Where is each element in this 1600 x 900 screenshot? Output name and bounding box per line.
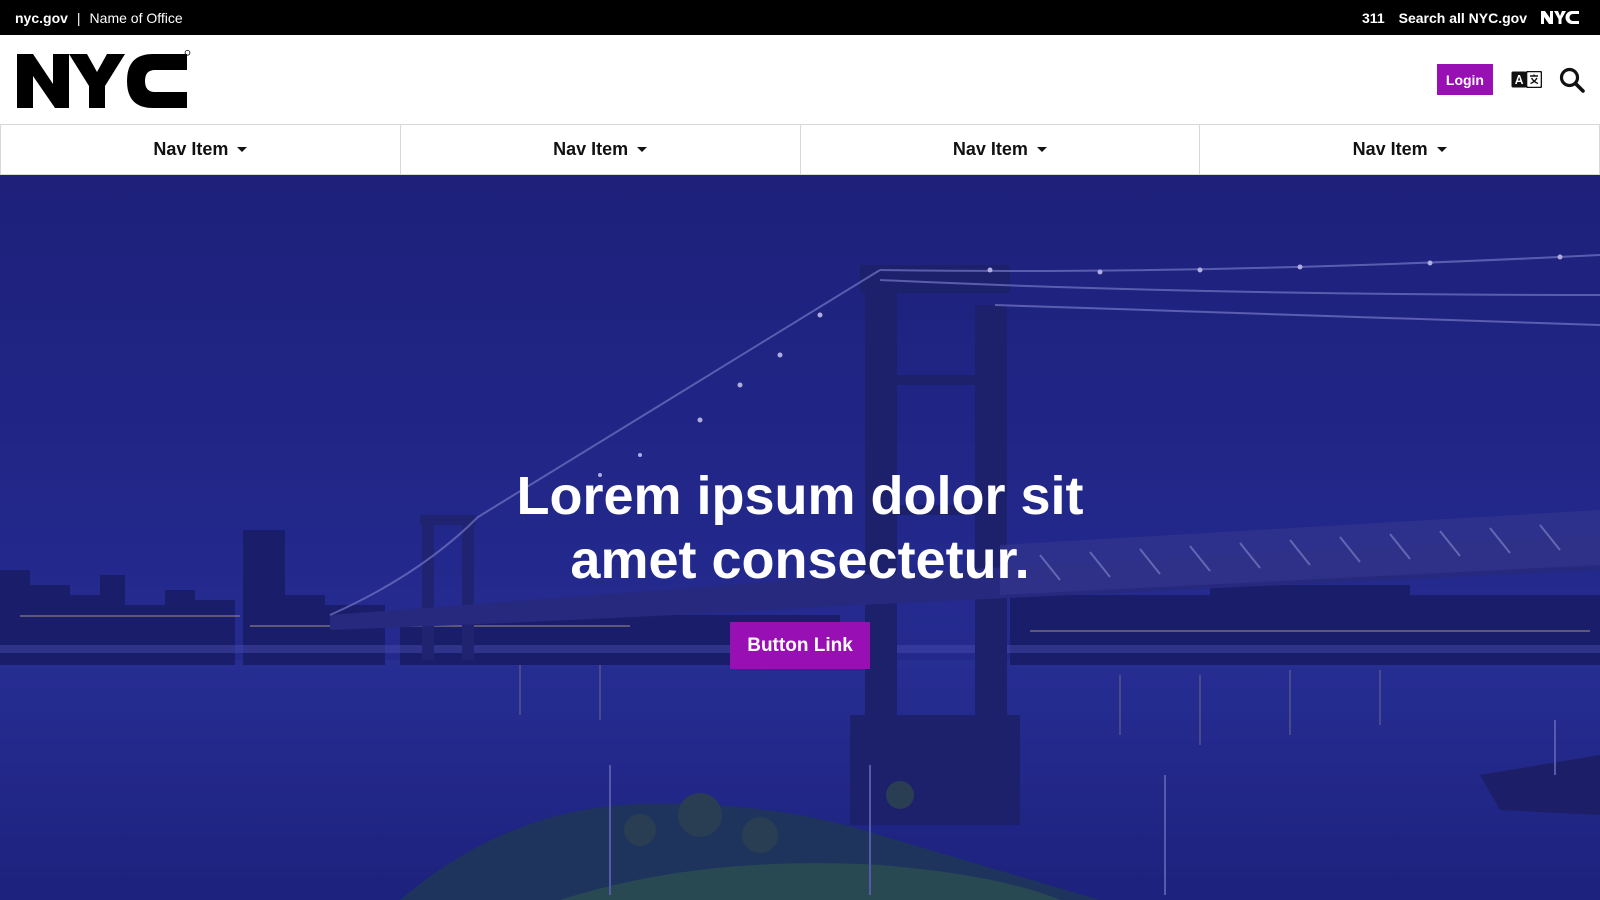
utility-bar-right: 311 Search all NYC.gov <box>1348 10 1585 26</box>
nyc-small-logo[interactable] <box>1541 10 1585 25</box>
hero-title: Lorem ipsum dolor sit amet consectetur. <box>516 466 1084 590</box>
hero-section: Lorem ipsum dolor sit amet consectetur. … <box>0 175 1600 900</box>
header-actions: Login <box>1436 64 1585 95</box>
search-icon <box>1559 67 1585 93</box>
utility-divider: | <box>76 9 81 26</box>
chevron-down-icon <box>1436 147 1447 152</box>
search-button[interactable] <box>1559 67 1585 93</box>
chevron-down-icon <box>1036 147 1047 152</box>
utility-bar-left: nyc.gov | Name of Office <box>15 10 183 26</box>
nav-item-1[interactable]: Nav Item <box>0 125 401 174</box>
nyc-gov-link[interactable]: nyc.gov <box>15 10 68 26</box>
chevron-down-icon <box>237 147 248 152</box>
hero-cta-button[interactable]: Button Link <box>730 622 870 669</box>
translate-icon <box>1511 71 1542 88</box>
office-name: Name of Office <box>89 9 183 26</box>
nav-item-2[interactable]: Nav Item <box>401 125 801 174</box>
translate-button[interactable] <box>1511 71 1542 88</box>
chevron-down-icon <box>637 147 648 152</box>
nyc-logo-small-icon <box>1541 11 1579 24</box>
primary-nav: Nav Item Nav Item Nav Item Nav Item <box>0 124 1600 175</box>
utility-bar: nyc.gov | Name of Office 311 Search all … <box>0 0 1600 35</box>
login-button[interactable]: Login <box>1436 64 1493 95</box>
page: nyc.gov | Name of Office 311 Search all … <box>0 0 1600 900</box>
nav-item-4[interactable]: Nav Item <box>1200 125 1600 174</box>
nyc-logo-icon <box>17 49 191 108</box>
nav-item-label: Nav Item <box>553 139 629 159</box>
site-header: Login <box>0 35 1600 124</box>
nav-item-3[interactable]: Nav Item <box>801 125 1201 174</box>
hero-content: Lorem ipsum dolor sit amet consectetur. … <box>0 175 1600 900</box>
search-all-link[interactable]: Search all NYC.gov <box>1399 10 1527 26</box>
nyc-logo[interactable] <box>15 49 191 110</box>
nav-item-label: Nav Item <box>952 139 1028 159</box>
nav-item-label: Nav Item <box>153 139 229 159</box>
nav-item-label: Nav Item <box>1352 139 1428 159</box>
phone-311-link[interactable]: 311 <box>1362 10 1385 26</box>
